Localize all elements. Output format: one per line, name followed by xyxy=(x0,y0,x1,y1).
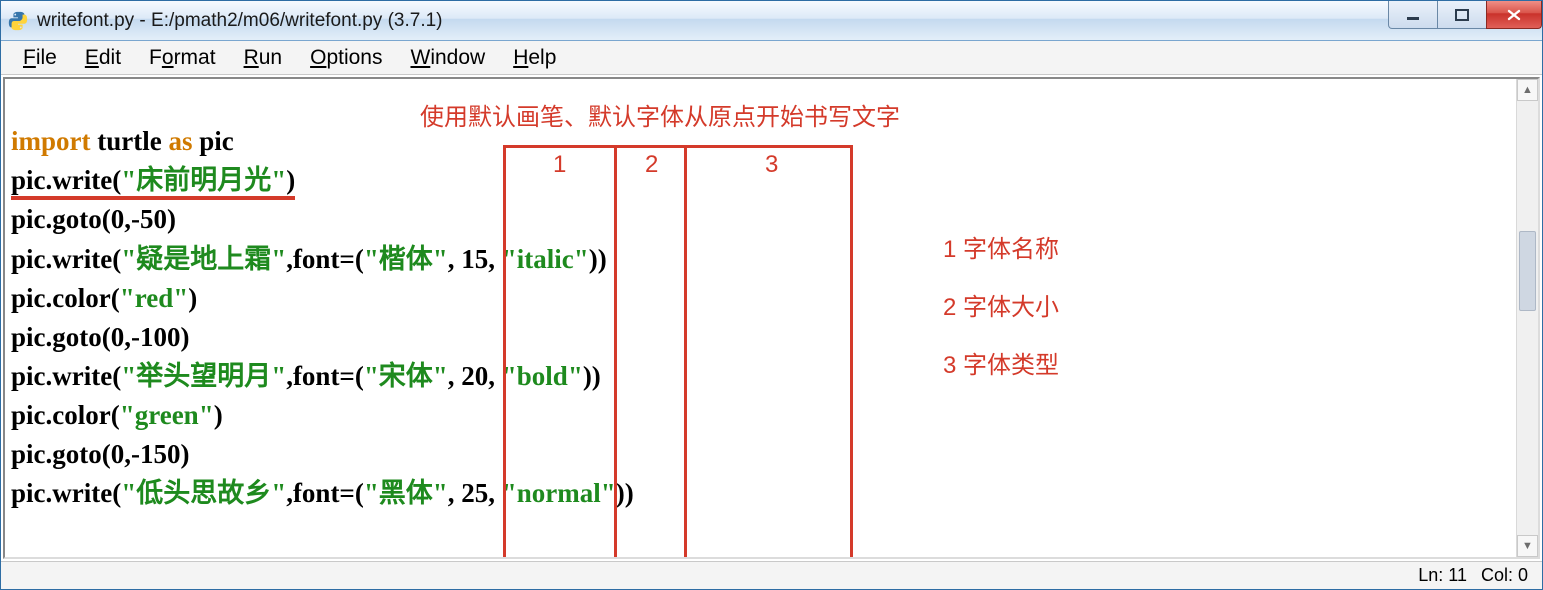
window-controls xyxy=(1389,1,1542,29)
editor[interactable]: import turtle as pic pic.write("床前明月光") … xyxy=(3,77,1540,559)
scroll-thumb[interactable] xyxy=(1519,231,1536,311)
python-idle-icon xyxy=(7,10,29,32)
titlebar: writefont.py - E:/pmath2/m06/writefont.p… xyxy=(1,1,1542,41)
menu-file[interactable]: File xyxy=(9,46,71,70)
underlined-line: pic.write("床前明月光") xyxy=(11,165,295,200)
menu-help[interactable]: Help xyxy=(499,46,570,70)
close-button[interactable] xyxy=(1486,1,1542,29)
scroll-track[interactable] xyxy=(1517,101,1538,535)
vertical-scrollbar[interactable]: ▲ ▼ xyxy=(1516,79,1538,557)
menubar: File Edit Format Run Options Window Help xyxy=(1,41,1542,75)
menu-run[interactable]: Run xyxy=(230,46,297,70)
code-content[interactable]: import turtle as pic pic.write("床前明月光") … xyxy=(5,79,1538,518)
menu-edit[interactable]: Edit xyxy=(71,46,135,70)
status-line: Ln: 11 xyxy=(1418,565,1467,586)
menu-format[interactable]: Format xyxy=(135,46,230,70)
scroll-down-button[interactable]: ▼ xyxy=(1517,535,1538,557)
maximize-button[interactable] xyxy=(1437,1,1487,29)
window-title: writefont.py - E:/pmath2/m06/writefont.p… xyxy=(37,10,443,32)
status-col: Col: 0 xyxy=(1481,565,1528,586)
idle-window: writefont.py - E:/pmath2/m06/writefont.p… xyxy=(0,0,1543,590)
menu-window[interactable]: Window xyxy=(396,46,499,70)
keyword-as: as xyxy=(168,126,192,156)
scroll-up-button[interactable]: ▲ xyxy=(1517,79,1538,101)
minimize-button[interactable] xyxy=(1388,1,1438,29)
keyword-import: import xyxy=(11,126,90,156)
menu-options[interactable]: Options xyxy=(296,46,396,70)
statusbar: Ln: 11 Col: 0 xyxy=(1,561,1542,589)
